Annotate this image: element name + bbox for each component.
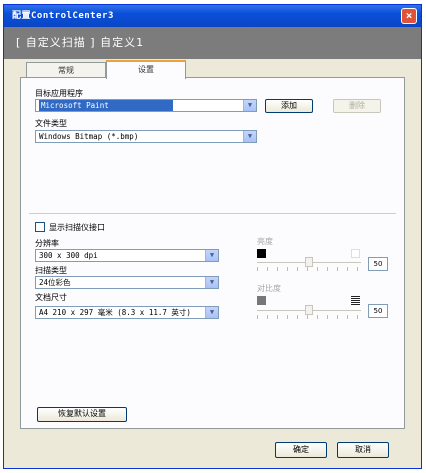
document-size-select[interactable]: A4 210 x 297 毫米 (8.3 x 11.7 英寸) ▼ [35, 306, 219, 319]
chevron-down-icon: ▼ [205, 250, 218, 261]
settings-panel: 目标应用程序 Microsoft Paint ▼ 添加 删除 文件类型 Wind… [20, 77, 405, 429]
target-app-select[interactable]: Microsoft Paint ▼ [35, 99, 257, 112]
low-contrast-icon [257, 296, 266, 305]
add-button[interactable]: 添加 [265, 99, 313, 113]
show-scanner-interface-checkbox[interactable] [35, 222, 45, 232]
scan-type-value: 24位彩色 [39, 278, 71, 287]
header-banner: [ 自定义扫描 ] 自定义1 [4, 27, 421, 59]
brightness-slider-thumb[interactable] [305, 257, 313, 267]
target-app-value: Microsoft Paint [39, 100, 173, 111]
file-type-value: Windows Bitmap (*.bmp) [39, 132, 139, 141]
close-icon: × [405, 9, 413, 22]
scan-type-label: 扫描类型 [35, 266, 67, 275]
ok-button[interactable]: 确定 [275, 442, 327, 458]
title-bar[interactable]: 配置ControlCenter3 × [4, 5, 421, 27]
delete-button[interactable]: 删除 [333, 99, 381, 113]
high-contrast-icon [351, 296, 360, 305]
brightness-spinbox[interactable]: 50 [368, 257, 388, 271]
chevron-down-icon: ▼ [205, 307, 218, 318]
scan-type-select[interactable]: 24位彩色 ▼ [35, 276, 219, 289]
contrast-slider-thumb[interactable] [305, 305, 313, 315]
target-app-label: 目标应用程序 [35, 89, 83, 98]
chevron-down-icon: ▼ [205, 277, 218, 288]
contrast-label: 对比度 [257, 284, 281, 293]
brightness-label: 亮度 [257, 237, 273, 246]
document-size-label: 文档尺寸 [35, 293, 67, 302]
file-type-select[interactable]: Windows Bitmap (*.bmp) ▼ [35, 130, 257, 143]
close-button[interactable]: × [401, 8, 417, 24]
contrast-spinbox[interactable]: 50 [368, 304, 388, 318]
section-divider [29, 213, 396, 214]
banner-title: [ 自定义扫描 ] 自定义1 [16, 36, 145, 49]
restore-defaults-button[interactable]: 恢复默认设置 [37, 407, 127, 422]
chevron-down-icon: ▼ [243, 100, 256, 111]
light-square-icon [351, 249, 360, 258]
tab-general[interactable]: 常规 [26, 62, 106, 78]
chevron-down-icon: ▼ [243, 131, 256, 142]
brightness-ticks [257, 267, 361, 271]
file-type-label: 文件类型 [35, 119, 67, 128]
document-size-value: A4 210 x 297 毫米 (8.3 x 11.7 英寸) [39, 308, 191, 317]
cancel-button[interactable]: 取消 [337, 442, 389, 458]
resolution-label: 分辨率 [35, 239, 59, 248]
show-scanner-interface-label: 显示扫描仪接口 [49, 223, 105, 232]
tab-settings[interactable]: 设置 [106, 60, 186, 79]
resolution-select[interactable]: 300 x 300 dpi ▼ [35, 249, 219, 262]
window-title: 配置ControlCenter3 [12, 11, 114, 21]
contrast-ticks [257, 315, 361, 319]
resolution-value: 300 x 300 dpi [39, 251, 98, 260]
dark-square-icon [257, 249, 266, 258]
